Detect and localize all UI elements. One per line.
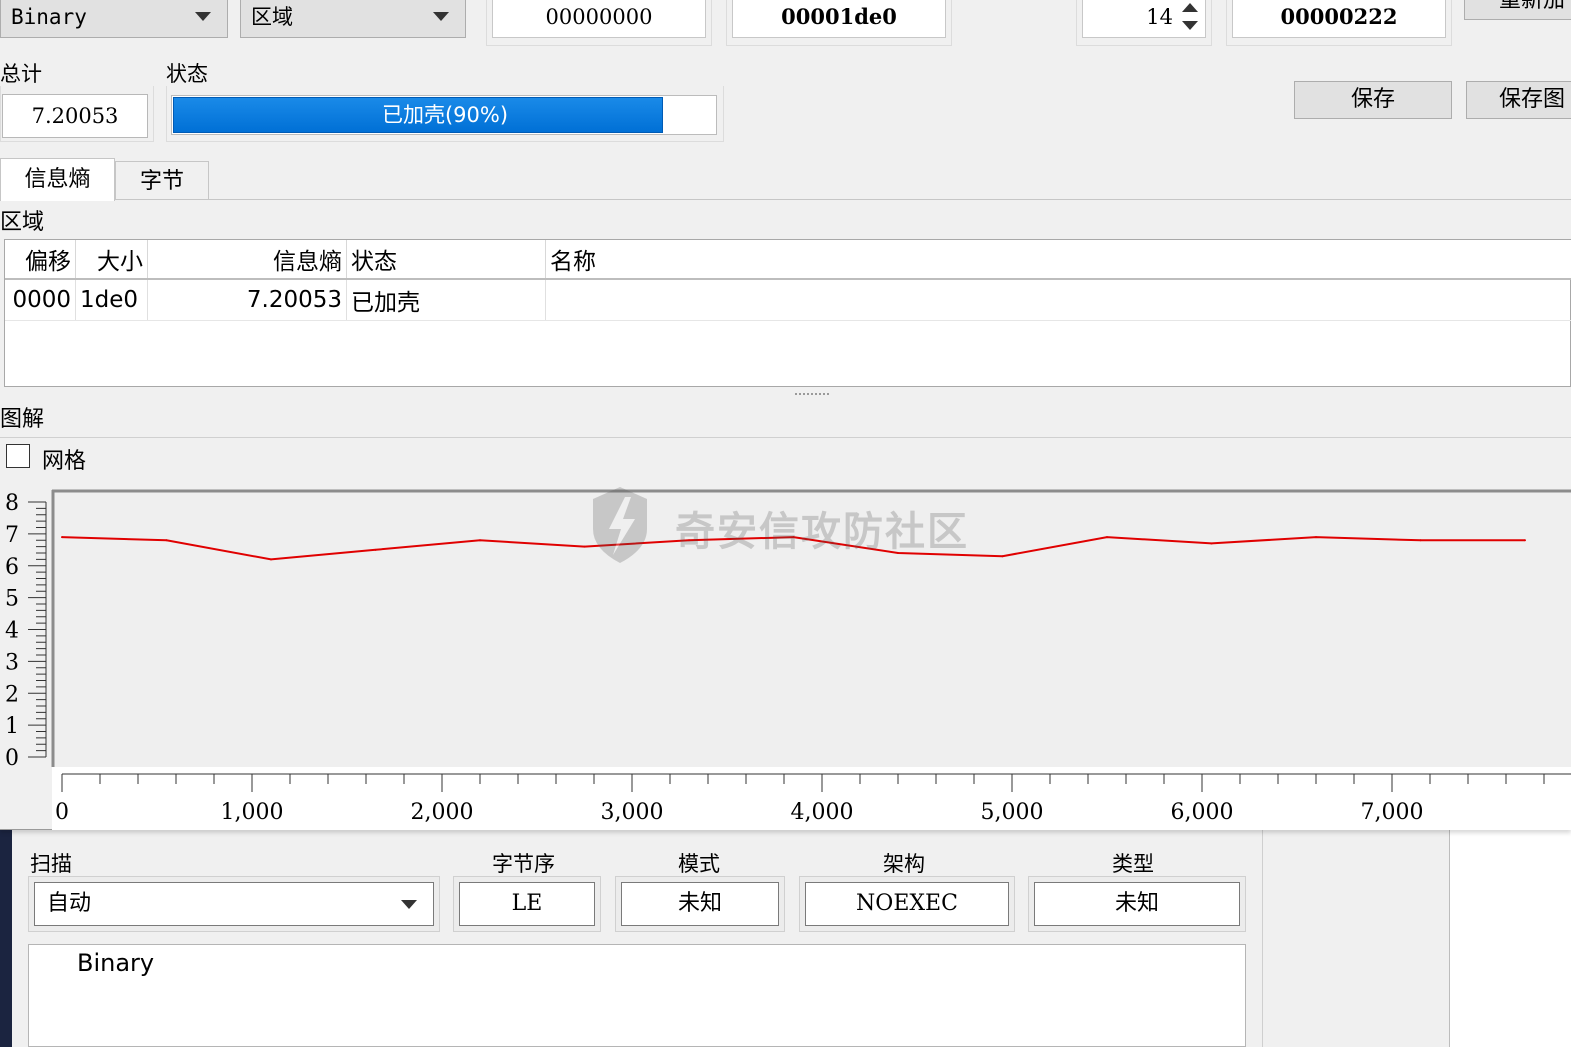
save-button[interactable]: 保存 [1294, 81, 1452, 119]
status-progress-bar: 已加壳(90%) [171, 95, 717, 135]
mode-header: 模式 [678, 852, 720, 876]
scan-combo[interactable]: 自动 [34, 882, 434, 926]
entropy-data-point [1210, 542, 1213, 545]
result-list-item[interactable]: Binary [77, 949, 154, 977]
y-tick-label: 6 [5, 555, 19, 580]
count-value: 14 [1146, 5, 1173, 29]
type-header: 类型 [1112, 852, 1154, 876]
chart-section-line [0, 437, 1571, 438]
y-tick-label: 0 [5, 746, 19, 771]
reload-button-label: 重新加 [1499, 0, 1566, 13]
x-tick-label: 0 [55, 800, 69, 825]
tab-bar-line [0, 199, 1571, 200]
entropy-data-point [897, 552, 899, 554]
arch-header: 架构 [883, 852, 925, 876]
y-tick-label: 3 [5, 650, 19, 675]
tab-entropy[interactable]: 信息熵 [0, 158, 115, 201]
entropy-data-point [1524, 539, 1526, 542]
y-tick-label: 8 [5, 491, 19, 516]
mode-field[interactable]: 未知 [621, 882, 779, 926]
cell-entropy: 7.20053 [147, 279, 347, 321]
region-combo[interactable]: 区域 [240, 0, 466, 38]
x-tick-label: 6,000 [1171, 800, 1234, 825]
type-field[interactable]: 未知 [1034, 882, 1240, 926]
x-tick-label: 3,000 [601, 800, 664, 825]
regions-title: 区域 [0, 210, 45, 235]
tab-bytes[interactable]: 字节 [115, 161, 209, 199]
entropy-chart: 0 1 2 3 4 5 6 7 8 0 1,000 2,000 3,000 4,000 5,000 6,000… [5, 489, 1571, 830]
tab-entropy-label: 信息熵 [24, 167, 91, 192]
entropy-data-point [479, 539, 481, 542]
chevron-down-icon [433, 12, 449, 21]
scan-combo-value: 自动 [47, 891, 92, 916]
regions-table-frame[interactable]: 偏移 大小 信息熵 状态 名称 0000 1de0 7.20053 已加壳 [4, 239, 1571, 387]
y-tick-label: 5 [5, 587, 19, 612]
y-tick-label: 4 [5, 619, 19, 644]
background-window-sep [1262, 830, 1263, 1047]
table-row[interactable]: 0000 1de0 7.20053 已加壳 [5, 279, 1571, 321]
cell-offset: 0000 [5, 279, 76, 321]
splitter-grip-icon [795, 393, 829, 395]
y-tick-label: 7 [5, 523, 19, 548]
entropy-data-point [1106, 536, 1108, 539]
column-header-size[interactable]: 大小 [75, 240, 148, 280]
cell-status: 已加壳 [346, 279, 546, 321]
region-combo-value: 区域 [251, 5, 293, 29]
save-button-label: 保存 [1350, 87, 1395, 112]
spin-down-icon[interactable] [1182, 21, 1198, 30]
entropy-data-point [165, 539, 168, 542]
grid-checkbox[interactable] [6, 444, 30, 468]
column-header-entropy[interactable]: 信息熵 [147, 240, 347, 280]
arch-field[interactable]: NOEXEC [805, 882, 1009, 926]
background-window-side [1450, 830, 1571, 1047]
cell-size: 1de0 [75, 279, 148, 321]
total-label: 总计 [0, 62, 42, 86]
regions-header-row: 偏移 大小 信息熵 状态 名称 [5, 240, 1571, 280]
entropy-data-point [270, 558, 272, 561]
tab-bytes-label: 字节 [139, 169, 184, 194]
plot-area [52, 490, 1571, 767]
endian-header: 字节序 [492, 852, 555, 876]
y-tick-label: 2 [5, 682, 19, 707]
column-header-name[interactable]: 名称 [545, 240, 1571, 280]
chevron-down-icon [195, 12, 211, 21]
chevron-down-icon [401, 900, 417, 909]
grid-checkbox-label: 网格 [42, 449, 87, 474]
x-tick-label: 1,000 [221, 800, 284, 825]
type-combo[interactable]: Binary [0, 0, 228, 38]
entropy-data-point [583, 545, 586, 548]
status-progress-text: 已加壳(90%) [381, 103, 509, 127]
entropy-data-point [1001, 555, 1004, 558]
status-label: 状态 [166, 62, 208, 86]
type-combo-value: Binary [11, 5, 87, 29]
size-field[interactable]: 00001de0 [732, 0, 946, 38]
y-tick-label: 1 [5, 714, 19, 739]
offset-field[interactable]: 00000000 [492, 0, 706, 38]
entropy-data-point [61, 536, 63, 539]
result-field[interactable]: 00000222 [1232, 0, 1446, 38]
reload-button[interactable]: 重新加 [1464, 0, 1571, 20]
column-header-status[interactable]: 状态 [346, 240, 546, 280]
x-tick-label: 7,000 [1361, 800, 1424, 825]
regions-table: 偏移 大小 信息熵 状态 名称 0000 1de0 7.20053 已加壳 [5, 240, 1571, 321]
save-image-button[interactable]: 保存图 [1466, 81, 1571, 119]
entropy-data-point [1315, 536, 1317, 539]
entropy-data-point [688, 539, 690, 542]
x-tick-label: 2,000 [411, 800, 474, 825]
result-list[interactable]: Binary [28, 944, 1246, 1047]
column-header-offset[interactable]: 偏移 [5, 240, 76, 280]
entropy-data-point [374, 548, 377, 551]
splitter-handle[interactable] [0, 389, 1571, 399]
entropy-data-point [1419, 539, 1422, 542]
spin-up-icon[interactable] [1182, 3, 1198, 12]
entropy-data-point [792, 536, 795, 539]
chart-section-title: 图解 [0, 407, 45, 432]
x-tick-label: 5,000 [981, 800, 1044, 825]
endian-field[interactable]: LE [459, 882, 595, 926]
x-tick-label: 4,000 [791, 800, 854, 825]
total-field[interactable]: 7.20053 [2, 94, 148, 138]
save-image-button-label: 保存图 [1499, 87, 1566, 112]
scan-header: 扫描 [30, 852, 72, 876]
cell-name [545, 279, 1571, 321]
